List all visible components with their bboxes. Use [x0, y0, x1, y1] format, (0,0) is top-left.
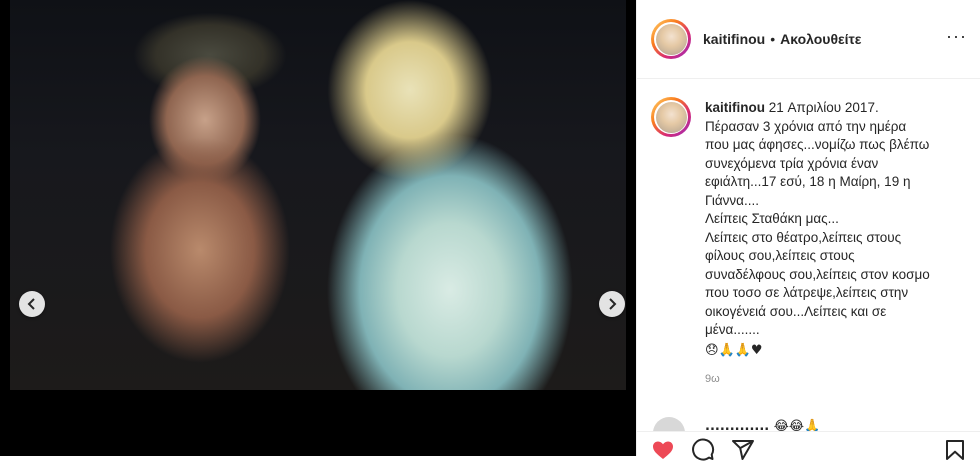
caption-username[interactable]: kaitifinou	[705, 100, 765, 115]
action-bar	[637, 431, 980, 461]
caption-line: συνεχόμενα τρία χρόνια έναν	[705, 155, 879, 171]
caption-emojis: 😞🙏🙏♥	[705, 342, 763, 358]
post-time-ago[interactable]: 9ω	[705, 370, 975, 389]
caption-line: οικογένειά σου...Λείπεις και σε	[705, 303, 887, 319]
following-label[interactable]: Ακολουθείτε	[780, 31, 861, 47]
chevron-right-icon	[609, 298, 617, 310]
caption-line: Γιάννα....	[705, 192, 759, 208]
caption-first-line: 21 Απριλίου 2017.	[768, 100, 879, 115]
commenter-avatar[interactable]	[653, 417, 685, 431]
post-photo[interactable]	[10, 0, 626, 390]
author-avatar[interactable]	[651, 19, 691, 59]
caption-line: Λείπεις Σταθάκη μας...	[705, 211, 839, 226]
share-icon	[732, 440, 754, 460]
share-button[interactable]	[731, 438, 755, 462]
next-photo-button[interactable]	[599, 291, 625, 317]
comment-item: ............. 😂😂🙏	[651, 417, 971, 431]
post-media	[0, 0, 636, 456]
caption-line: μένα.......	[705, 322, 760, 337]
comment-icon	[692, 438, 715, 461]
heart-icon	[653, 441, 673, 459]
separator-dot: •	[770, 31, 776, 47]
more-options-icon[interactable]: ···	[946, 27, 967, 45]
author-username[interactable]: kaitifinou	[703, 31, 765, 47]
like-button[interactable]	[651, 438, 675, 462]
caption-line: που τοσο σε λάτρεψε,λείπεις στην	[705, 285, 909, 300]
caption-line: φίλους σου,λείπεις στους	[705, 248, 855, 263]
caption-line: Πέρασαν 3 χρόνια από την ημέρα	[705, 118, 907, 134]
caption-line: που μας άφησες...νομίζω πως βλέπω	[705, 137, 930, 152]
post-header: kaitifinou • Ακολουθείτε ···	[637, 0, 980, 79]
chevron-left-icon	[27, 298, 35, 310]
caption-avatar[interactable]	[651, 97, 691, 137]
caption-text: kaitifinou 21 Απριλίου 2017. Πέρασαν 3 χ…	[705, 99, 975, 389]
caption-line: εφιάλτη...17 εσύ, 18 η Μαίρη, 19 η	[705, 174, 911, 189]
bookmark-icon	[946, 440, 964, 460]
save-button[interactable]	[943, 438, 967, 462]
caption-line: Λείπεις στο θέατρο,λείπεις στους	[705, 229, 902, 245]
previous-photo-button[interactable]	[19, 291, 45, 317]
comment-button[interactable]	[691, 438, 715, 462]
comments-area[interactable]: kaitifinou 21 Απριλίου 2017. Πέρασαν 3 χ…	[637, 79, 980, 431]
comment-text: ............. 😂😂🙏	[705, 419, 821, 431]
post-side-panel: kaitifinou • Ακολουθείτε ··· kaitifinou …	[636, 0, 980, 461]
caption-line: συναδέλφους σου,λείπεις στον κοσμο	[705, 266, 930, 282]
